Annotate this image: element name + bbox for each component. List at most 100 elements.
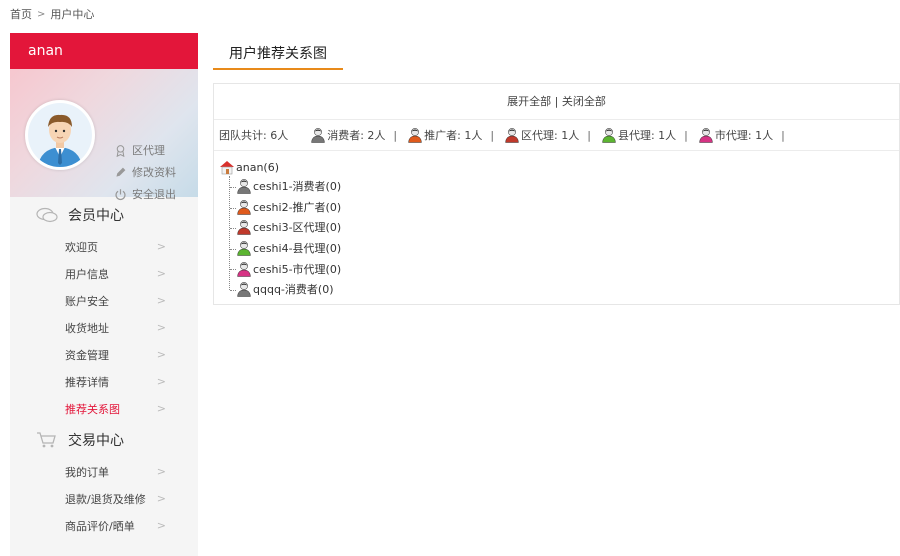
person-icon [311, 128, 325, 143]
sidebar-item-label: 用户信息 [65, 267, 109, 281]
tree-root-label: anan(6) [236, 160, 280, 174]
stat-label: 县代理: 1人 [617, 129, 677, 142]
edit-profile-link[interactable]: 修改资料 [114, 161, 176, 183]
sidebar: anan 区代理 修改资料 安全退出 会员中心 欢迎页 > 用户信息 > 账户安… [10, 33, 198, 556]
collapse-all-link[interactable]: 关闭全部 [562, 95, 606, 108]
breadcrumb-home[interactable]: 首页 [10, 6, 32, 22]
breadcrumb-current: 用户中心 [50, 8, 95, 21]
stat-promoter: 推广者: 1人 | [407, 127, 500, 143]
stat-consumer: 消费者: 2人 | [310, 127, 403, 143]
expand-all-link[interactable]: 展开全部 [507, 95, 551, 108]
sidebar-item-referral-map[interactable]: 推荐关系图 > [10, 395, 198, 422]
sidebar-item-label: 账户安全 [65, 294, 109, 308]
edit-profile-label: 修改资料 [132, 166, 176, 179]
expand-controls: 展开全部 | 关闭全部 [214, 84, 899, 120]
person-icon [237, 179, 251, 195]
pencil-icon [116, 167, 126, 177]
trade-center-heading: 交易中心 [10, 422, 198, 458]
tree-node-label: ceshi5-市代理(0) [253, 262, 342, 276]
trade-center-title: 交易中心 [68, 433, 124, 449]
person-icon [237, 220, 251, 236]
chevron-right-icon: > [156, 402, 166, 415]
tab-referral-map[interactable]: 用户推荐关系图 [213, 33, 343, 70]
chat-bubbles-icon [36, 207, 58, 223]
sidebar-item-label: 我的订单 [65, 465, 109, 479]
home-icon [220, 161, 234, 175]
expand-divider: | [554, 95, 559, 108]
sidebar-item-shipping-address[interactable]: 收货地址 > [10, 314, 198, 341]
chevron-right-icon: > [156, 321, 166, 334]
chevron-right-icon: > [156, 348, 166, 361]
stat-label: 推广者: 1人 [424, 129, 483, 142]
agent-level-link[interactable]: 区代理 [114, 139, 176, 161]
stat-label: 区代理: 1人 [521, 129, 580, 142]
breadcrumb-separator: > [37, 8, 46, 20]
tree-node-label: qqqq-消费者(0) [253, 283, 334, 297]
stat-label: 市代理: 1人 [714, 129, 774, 142]
chevron-right-icon: > [156, 465, 166, 478]
stat-pipe: | [490, 128, 495, 142]
person-icon [237, 199, 251, 215]
person-icon [602, 128, 616, 143]
team-total: 团队共计: 6人 [219, 129, 289, 142]
sidebar-item-label: 商品评价/晒单 [65, 519, 135, 533]
sidebar-item-label: 欢迎页 [65, 240, 98, 254]
medal-icon [116, 144, 125, 157]
person-icon [237, 261, 251, 277]
tree-node-label: ceshi2-推广者(0) [253, 200, 342, 214]
stat-city-agent: 市代理: 1人 | [698, 127, 791, 143]
tree-node-label: ceshi1-消费者(0) [253, 180, 342, 194]
username-bar: anan [10, 33, 198, 69]
member-center-title: 会员中心 [68, 208, 124, 224]
tree-node-label: ceshi3-区代理(0) [253, 221, 342, 235]
tree-root-node[interactable]: anan(6) [219, 158, 341, 176]
tree-node[interactable]: qqqq-消费者(0) [229, 279, 341, 300]
sidebar-item-account-security[interactable]: 账户安全 > [10, 287, 198, 314]
referral-tree: anan(6) ceshi1-消费者(0) ceshi2-推广者(0) cesh… [219, 158, 341, 300]
sidebar-item-label: 资金管理 [65, 348, 109, 362]
person-icon [237, 241, 251, 256]
sidebar-item-label: 推荐关系图 [65, 402, 120, 416]
cart-icon [37, 432, 56, 448]
chevron-right-icon: > [156, 294, 166, 307]
sidebar-item-label: 推荐详情 [65, 375, 109, 389]
breadcrumb: 首页 > 用户中心 [10, 6, 94, 22]
team-stats: 团队共计: 6人 消费者: 2人 | 推广者: 1人 | 区代理: 1人 | 县… [214, 120, 899, 151]
sidebar-item-label: 收货地址 [65, 321, 109, 335]
person-icon [408, 128, 422, 143]
stat-pipe: | [684, 128, 688, 142]
sidebar-item-refunds[interactable]: 退款/退货及维修 > [10, 485, 198, 512]
tree-node[interactable]: ceshi3-区代理(0) [229, 217, 342, 238]
tree-node-label: ceshi4-县代理(0) [253, 242, 342, 256]
chevron-right-icon: > [156, 492, 166, 505]
logout-link[interactable]: 安全退出 [114, 183, 176, 205]
agent-level-label: 区代理 [132, 144, 165, 157]
person-icon [699, 128, 713, 143]
stat-pipe: | [393, 128, 398, 142]
sidebar-item-reviews[interactable]: 商品评价/晒单 > [10, 512, 198, 539]
person-icon [505, 128, 519, 143]
tree-node[interactable]: ceshi2-推广者(0) [229, 197, 342, 218]
sidebar-item-welcome[interactable]: 欢迎页 > [10, 233, 198, 260]
chevron-right-icon: > [156, 267, 166, 280]
main-content: 用户推荐关系图 展开全部 | 关闭全部 团队共计: 6人 消费者: 2人 | 推… [213, 33, 900, 305]
profile-card: 区代理 修改资料 安全退出 [10, 69, 198, 201]
stat-label: 消费者: 2人 [327, 129, 386, 142]
sidebar-item-my-orders[interactable]: 我的订单 > [10, 458, 198, 485]
stat-pipe: | [781, 128, 785, 142]
sidebar-item-referral-details[interactable]: 推荐详情 > [10, 368, 198, 395]
person-icon [237, 282, 251, 298]
referral-panel: 展开全部 | 关闭全部 团队共计: 6人 消费者: 2人 | 推广者: 1人 |… [213, 83, 900, 305]
logout-label: 安全退出 [132, 188, 176, 201]
avatar [25, 100, 95, 170]
stat-district-agent: 区代理: 1人 | [504, 127, 597, 143]
tree-node[interactable]: ceshi1-消费者(0) [229, 176, 342, 197]
sidebar-item-funds[interactable]: 资金管理 > [10, 341, 198, 368]
stat-pipe: | [587, 128, 591, 142]
chevron-right-icon: > [156, 519, 166, 532]
tree-node[interactable]: ceshi4-县代理(0) [229, 238, 342, 259]
stat-county-agent: 县代理: 1人 | [601, 127, 694, 143]
sidebar-item-user-info[interactable]: 用户信息 > [10, 260, 198, 287]
tree-line-mask [229, 290, 231, 300]
tree-node[interactable]: ceshi5-市代理(0) [229, 258, 342, 279]
